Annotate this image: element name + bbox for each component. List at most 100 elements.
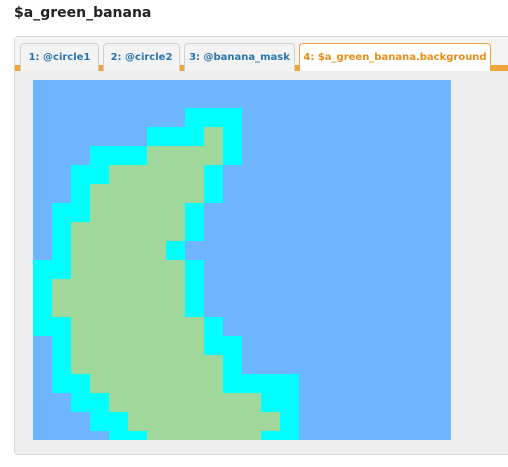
banana-fill-pixel [128,165,147,184]
banana-fill-pixel [90,241,109,260]
banana-outline-pixel [185,222,204,241]
banana-fill-pixel [109,184,128,203]
banana-fill-pixel [204,146,223,165]
banana-fill-pixel [204,431,223,440]
banana-outline-pixel [185,298,204,317]
banana-fill-pixel [109,355,128,374]
banana-outline-pixel [280,412,299,431]
banana-outline-pixel [166,241,185,260]
banana-fill-pixel [147,393,166,412]
banana-fill-pixel [185,165,204,184]
tab-green-banana-background[interactable]: 4: $a_green_banana.background [299,43,491,71]
tab-circle1[interactable]: 1: @circle1 [20,43,99,71]
banana-outline-pixel [52,374,71,393]
banana-fill-pixel [147,355,166,374]
banana-outline-pixel [223,374,242,393]
banana-fill-pixel [109,336,128,355]
banana-fill-pixel [242,412,261,431]
banana-fill-pixel [109,298,128,317]
banana-outline-pixel [71,393,90,412]
banana-outline-pixel [71,165,90,184]
banana-fill-pixel [109,260,128,279]
banana-outline-pixel [204,165,223,184]
banana-outline-pixel [223,127,242,146]
banana-fill-pixel [185,336,204,355]
banana-outline-pixel [223,355,242,374]
banana-fill-pixel [109,317,128,336]
banana-fill-pixel [71,260,90,279]
tab-circle2[interactable]: 2: @circle2 [103,43,180,71]
banana-fill-pixel [109,203,128,222]
banana-outline-pixel [280,431,299,440]
banana-fill-pixel [166,393,185,412]
banana-fill-pixel [71,279,90,298]
banana-outline-pixel [109,431,128,440]
banana-outline-pixel [280,393,299,412]
banana-fill-pixel [185,146,204,165]
banana-outline-pixel [90,393,109,412]
banana-fill-pixel [166,374,185,393]
banana-fill-pixel [261,412,280,431]
banana-fill-pixel [90,355,109,374]
banana-outline-pixel [33,317,52,336]
banana-fill-pixel [128,412,147,431]
banana-fill-pixel [147,241,166,260]
tab-banana-mask[interactable]: 3: @banana_mask [184,43,295,71]
banana-outline-pixel [280,374,299,393]
banana-fill-pixel [109,374,128,393]
banana-fill-pixel [223,431,242,440]
banana-outline-pixel [109,146,128,165]
banana-fill-pixel [204,412,223,431]
banana-outline-pixel [223,108,242,127]
banana-outline-pixel [261,393,280,412]
page-title: $a_green_banana [14,5,152,21]
banana-outline-pixel [166,127,185,146]
banana-fill-pixel [166,165,185,184]
banana-fill-pixel [185,431,204,440]
banana-fill-pixel [166,298,185,317]
banana-fill-pixel [185,317,204,336]
banana-outline-pixel [204,108,223,127]
banana-fill-pixel [109,393,128,412]
banana-fill-pixel [128,298,147,317]
banana-fill-pixel [204,374,223,393]
banana-outline-pixel [71,374,90,393]
banana-fill-pixel [90,260,109,279]
banana-outline-pixel [185,203,204,222]
banana-fill-pixel [52,279,71,298]
banana-outline-pixel [33,279,52,298]
banana-outline-pixel [147,127,166,146]
banana-fill-pixel [166,146,185,165]
banana-fill-pixel [204,127,223,146]
banana-fill-pixel [166,260,185,279]
banana-fill-pixel [204,355,223,374]
banana-fill-pixel [128,279,147,298]
banana-fill-pixel [147,260,166,279]
banana-fill-pixel [128,241,147,260]
banana-fill-pixel [128,317,147,336]
tab-bar: 1: @circle1 2: @circle2 3: @banana_mask … [15,37,508,71]
banana-outline-pixel [223,336,242,355]
banana-fill-pixel [185,184,204,203]
banana-fill-pixel [128,184,147,203]
banana-fill-pixel [185,355,204,374]
banana-outline-pixel [52,241,71,260]
banana-fill-pixel [204,393,223,412]
banana-fill-pixel [166,355,185,374]
banana-outline-pixel [204,336,223,355]
page-root: $a_green_banana 1: @circle1 2: @circle2 … [0,0,508,467]
banana-outline-pixel [90,412,109,431]
banana-fill-pixel [185,393,204,412]
banana-fill-pixel [90,279,109,298]
banana-fill-pixel [147,279,166,298]
banana-fill-pixel [147,146,166,165]
banana-fill-pixel [128,355,147,374]
banana-fill-pixel [185,412,204,431]
banana-outline-pixel [52,336,71,355]
banana-fill-pixel [223,412,242,431]
banana-fill-pixel [109,241,128,260]
banana-fill-pixel [109,165,128,184]
banana-outline-pixel [90,165,109,184]
banana-fill-pixel [71,241,90,260]
banana-outline-pixel [223,146,242,165]
